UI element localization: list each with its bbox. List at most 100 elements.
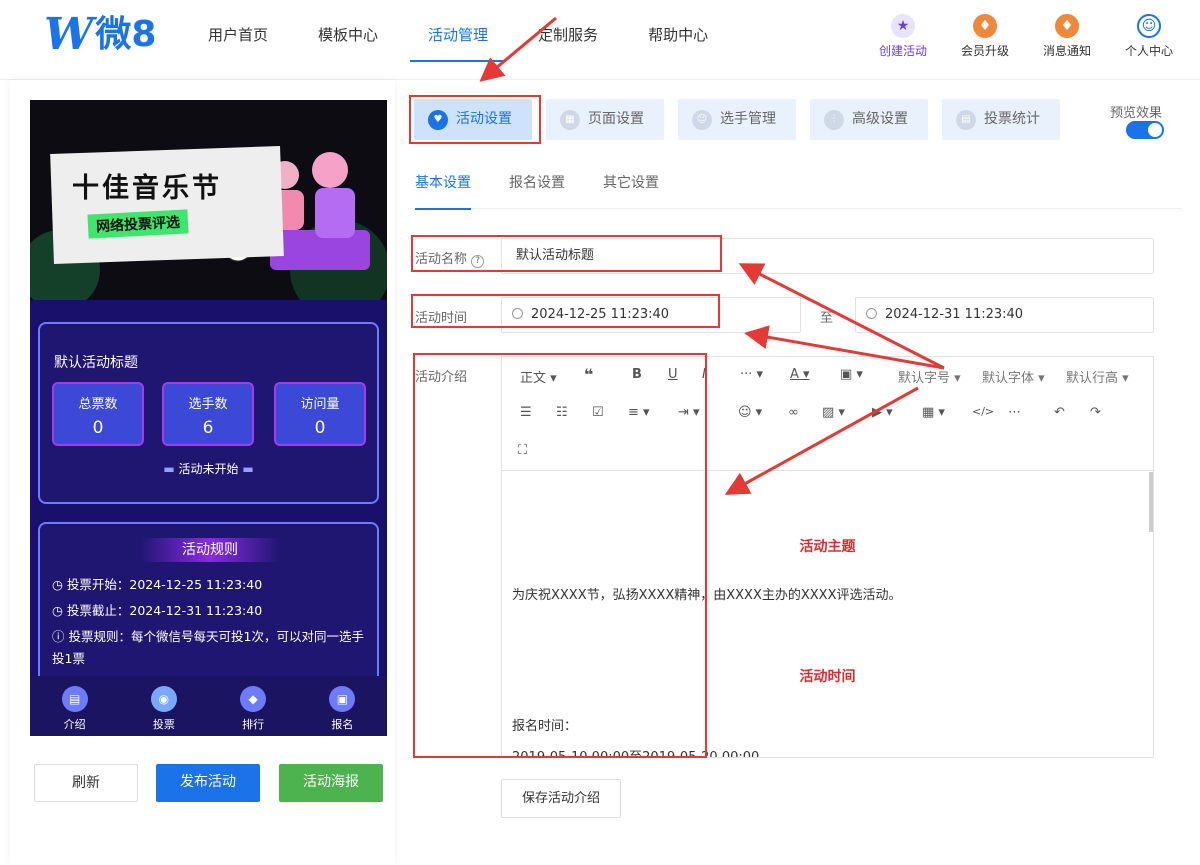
font-size-label: 默认字号 bbox=[898, 371, 951, 386]
phone-nav-ranking[interactable]: ◆ 排行 bbox=[209, 676, 298, 736]
stat-visits: 访问量 0 bbox=[274, 382, 366, 446]
sub-tabs: 基本设置 报名设置 其它设置 bbox=[415, 172, 1182, 210]
annotation-box-intro bbox=[413, 353, 707, 758]
background-color-icon[interactable]: ▣ ▾ bbox=[840, 367, 863, 382]
activity-title: 默认活动标题 bbox=[54, 355, 138, 371]
create-activity-button[interactable]: ★ 创建活动 bbox=[862, 12, 944, 59]
subtab-signup[interactable]: 报名设置 bbox=[509, 172, 565, 209]
stat-value: 0 bbox=[92, 418, 104, 438]
tab-page-settings[interactable]: ▦ 页面设置 bbox=[546, 99, 664, 140]
table-icon[interactable]: ▦ ▾ bbox=[922, 405, 945, 420]
rule-text: 投票规则：每个微信号每天可投1次，可以对同一选手投1票 bbox=[52, 629, 364, 666]
font-size-select[interactable]: 默认字号 ▾ bbox=[898, 367, 961, 386]
logo-mark: W bbox=[44, 9, 94, 60]
tab-advanced-settings[interactable]: ⫶ 高级设置 bbox=[810, 99, 928, 140]
phone-nav-vote[interactable]: ◉ 投票 bbox=[119, 676, 208, 736]
stat-value: 6 bbox=[202, 418, 214, 438]
stats-icon: ▤ bbox=[956, 109, 976, 130]
ranking-icon: ◆ bbox=[240, 686, 267, 712]
subtab-basic[interactable]: 基本设置 bbox=[415, 172, 471, 210]
notifications-button[interactable]: ♦ 消息通知 bbox=[1026, 12, 1108, 59]
rule-text: 投票开始：2024-12-25 11:23:40 bbox=[66, 577, 263, 592]
member-upgrade-button[interactable]: ♦ 会员升级 bbox=[944, 12, 1026, 59]
publish-activity-button[interactable]: 发布活动 bbox=[156, 764, 260, 802]
info-icon: ⓘ bbox=[52, 629, 69, 644]
phone-nav-label: 投票 bbox=[152, 718, 175, 731]
image-icon[interactable]: ▨ ▾ bbox=[822, 405, 845, 420]
phone-nav-signup[interactable]: ▣ 报名 bbox=[298, 676, 387, 736]
end-time-value: 2024-12-31 11:23:40 bbox=[885, 307, 1024, 322]
stat-label: 访问量 bbox=[300, 397, 340, 412]
member-upgrade-label: 会员升级 bbox=[960, 44, 1009, 58]
rule-voting: ⓘ 投票规则：每个微信号每天可投1次，可以对同一选手投1票 bbox=[52, 626, 372, 670]
user-icon: ☺ bbox=[692, 109, 712, 130]
undo-icon[interactable]: ↶ bbox=[1054, 405, 1065, 420]
logo-text: 微8 bbox=[95, 14, 157, 55]
refresh-button[interactable]: 刷新 bbox=[34, 764, 138, 802]
line-height-label: 默认行高 bbox=[1066, 371, 1119, 386]
phone-nav-intro[interactable]: ▤ 介绍 bbox=[30, 676, 119, 736]
signup-icon: ▣ bbox=[329, 686, 356, 712]
link-icon[interactable]: ∞ bbox=[788, 405, 799, 420]
rule-end: ◷ 投票截止：2024-12-31 11:23:40 bbox=[52, 600, 372, 622]
subtab-other[interactable]: 其它设置 bbox=[603, 172, 659, 209]
logo[interactable]: W 微8 bbox=[44, 12, 156, 58]
code-icon[interactable]: </> bbox=[972, 405, 994, 418]
stats-card: 默认活动标题 总票数 0 选手数 6 访问量 0 ▬ 活动未开始 ▬ bbox=[38, 322, 379, 504]
clock-icon bbox=[866, 308, 877, 319]
activity-poster-button[interactable]: 活动海报 bbox=[279, 764, 383, 802]
bell-icon: ♦ bbox=[1055, 14, 1079, 38]
activity-banner: 十佳音乐节 网络投票评选 bbox=[30, 100, 387, 300]
nav-activity-management[interactable]: 活动管理 bbox=[410, 0, 507, 62]
star-icon: ★ bbox=[891, 14, 915, 38]
font-family-select[interactable]: 默认字体 ▾ bbox=[982, 367, 1045, 386]
nav-custom-service[interactable]: 定制服务 bbox=[538, 0, 598, 60]
tab-label: 高级设置 bbox=[852, 111, 908, 127]
profile-label: 个人中心 bbox=[1124, 44, 1173, 58]
line-height-select[interactable]: 默认行高 ▾ bbox=[1066, 367, 1129, 386]
stat-label: 总票数 bbox=[78, 397, 118, 412]
top-navbar: W 微8 用户首页 模板中心 活动管理 定制服务 帮助中心 ★ 创建活动 ♦ 会… bbox=[0, 0, 1200, 80]
notifications-label: 消息通知 bbox=[1042, 44, 1091, 58]
crown-icon: ♦ bbox=[973, 14, 997, 38]
end-time-input[interactable]: 2024-12-31 11:23:40 bbox=[855, 297, 1154, 333]
tab-label: 选手管理 bbox=[720, 111, 776, 127]
more-icon[interactable]: ··· ▾ bbox=[740, 367, 763, 382]
create-activity-label: 创建活动 bbox=[878, 44, 927, 58]
tab-vote-statistics[interactable]: ▤ 投票统计 bbox=[942, 99, 1060, 140]
nav-help[interactable]: 帮助中心 bbox=[648, 0, 708, 60]
sliders-icon: ⫶ bbox=[824, 109, 844, 130]
header-tools: ★ 创建活动 ♦ 会员升级 ♦ 消息通知 ☺ 个人中心 bbox=[862, 12, 1190, 59]
editor-scrollbar[interactable] bbox=[1149, 472, 1153, 532]
annotation-box-name bbox=[411, 235, 722, 272]
rule-start: ◷ 投票开始：2024-12-25 11:23:40 bbox=[52, 574, 372, 596]
stat-contestants: 选手数 6 bbox=[162, 382, 254, 446]
phone-nav-label: 报名 bbox=[331, 718, 354, 731]
phone-bottom-nav: ▤ 介绍 ◉ 投票 ◆ 排行 ▣ 报名 bbox=[30, 676, 387, 736]
user-icon: ☺ bbox=[1137, 14, 1161, 38]
clock-icon: ◷ bbox=[52, 577, 67, 592]
stat-total-votes: 总票数 0 bbox=[52, 382, 144, 446]
save-intro-button[interactable]: 保存活动介绍 bbox=[501, 779, 621, 818]
video-icon[interactable]: ▶ ▾ bbox=[872, 405, 893, 420]
profile-button[interactable]: ☺ 个人中心 bbox=[1108, 12, 1190, 59]
nav-home[interactable]: 用户首页 bbox=[208, 0, 268, 60]
activity-status: ▬ 活动未开始 ▬ bbox=[40, 460, 377, 477]
preview-toggle[interactable] bbox=[1126, 121, 1164, 139]
tab-label: 页面设置 bbox=[588, 111, 644, 127]
phone-nav-label: 排行 bbox=[242, 718, 265, 731]
stat-label: 选手数 bbox=[188, 397, 228, 412]
annotation-box-time bbox=[411, 294, 720, 328]
redo-icon[interactable]: ↷ bbox=[1090, 405, 1101, 420]
emoji-icon[interactable]: ☺ ▾ bbox=[738, 405, 762, 420]
preview-label: 预览效果 bbox=[1110, 106, 1163, 121]
font-color-icon[interactable]: A ▾ bbox=[790, 367, 810, 382]
font-family-label: 默认字体 bbox=[982, 371, 1035, 386]
tab-contestant-management[interactable]: ☺ 选手管理 bbox=[678, 99, 796, 140]
divider-icon[interactable]: ⋯ bbox=[1008, 405, 1021, 420]
stat-value: 0 bbox=[314, 418, 326, 438]
rule-text: 投票截止：2024-12-31 11:23:40 bbox=[66, 603, 263, 618]
status-deco-left: ▬ bbox=[163, 462, 179, 476]
phone-nav-label: 介绍 bbox=[63, 718, 86, 731]
nav-templates[interactable]: 模板中心 bbox=[318, 0, 378, 60]
